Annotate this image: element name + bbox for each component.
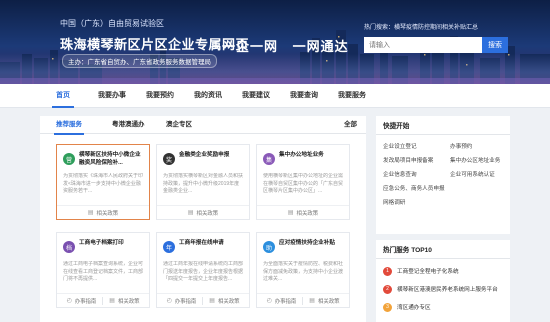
service-card[interactable]: 档 工商电子档案打印 通过工商电子档案查询系统，企业可在线查看工商登记档案文件，… <box>56 232 150 308</box>
service-badge-icon: 档 <box>63 241 75 253</box>
card-title: 横琴新区扶持中小微企业融资风险保险补... <box>79 152 141 166</box>
related-policy-link[interactable]: 相关政策 <box>118 297 140 305</box>
hot-services-panel: 热门服务 TOP10 1 工商登记全程电子化系统 2 横琴新区港澳居民养老系统网… <box>376 240 510 322</box>
nav-home[interactable]: 首页 <box>52 84 74 108</box>
service-badge-icon: 年 <box>163 241 175 253</box>
card-title: 金融类企业奖励申报 <box>179 152 230 158</box>
nav-my-news[interactable]: 我的资讯 <box>194 84 222 108</box>
card-description: 为贯彻落实横琴新区对金融人员和扶持政策，提升中小微升级2019年度金融类企业..… <box>163 173 243 194</box>
related-policy-link[interactable]: 相关政策 <box>218 297 240 305</box>
card-title: 工商年报在线申请 <box>179 240 224 246</box>
nav-handle-affairs[interactable]: 我要办事 <box>98 84 126 108</box>
quick-link[interactable]: 集中办公区地址业务 <box>450 156 500 164</box>
nav-query[interactable]: 我要查询 <box>290 84 318 108</box>
card-footer: ◴ 办事指南 ▤ 相关政策 <box>257 293 349 307</box>
card-description: 通过工商电子档案查询系统，企业可在线查看工商登记档案文件，工商部门将不再提供..… <box>63 261 143 282</box>
hot-search-link[interactable]: 热门搜索：横琴疫情防控期间相关补贴汇总 <box>364 22 478 31</box>
service-card[interactable]: 助 应对疫情扶持企业补贴 为全面落实关于疫情防控、税费和社保方面减免政策，为支持… <box>256 232 350 308</box>
related-policy-link[interactable]: 相关政策 <box>97 209 119 217</box>
hot-service-label: 工商登记全程电子化系统 <box>397 269 459 275</box>
card-description: 为贯彻落实《珠海市人民政府关于印发<珠海市进一步支持中小微企业融资服务若干... <box>63 173 143 194</box>
document-icon: ▤ <box>109 298 115 304</box>
slogan-part-1: 一企一网 <box>222 39 279 54</box>
nav-appointment[interactable]: 我要预约 <box>146 84 174 108</box>
quick-link[interactable]: 网格调研 <box>383 198 405 206</box>
tab-recommended[interactable]: 推荐服务 <box>54 116 84 135</box>
quick-link[interactable]: 企业设立登记 <box>383 142 417 150</box>
service-badge-icon: 集 <box>263 153 275 165</box>
guide-link[interactable]: 办事指南 <box>175 297 197 305</box>
service-badge-icon: 营 <box>63 153 75 165</box>
hot-service-item[interactable]: 3 湾区通办专区 <box>383 302 431 312</box>
guide-icon: ◴ <box>166 298 172 304</box>
guide-icon: ◴ <box>66 298 72 304</box>
guide-link[interactable]: 办事指南 <box>75 297 97 305</box>
document-icon: ▤ <box>287 210 294 216</box>
tab-all[interactable]: 全部 <box>344 116 357 134</box>
card-description: 通过工商年报在线申请系统向工商部门报送年度报告，企业年度报告根据「四提交一年提交… <box>163 261 243 282</box>
card-title: 工商电子档案打印 <box>79 240 124 246</box>
quick-link[interactable]: 应急公务、商务人员申报 <box>383 184 445 192</box>
rank-badge: 2 <box>383 284 392 294</box>
document-icon: ▤ <box>309 298 315 304</box>
banner-subtitle: 中国（广东）自由贸易试验区 <box>60 19 164 28</box>
nav-service[interactable]: 我要服务 <box>338 84 366 108</box>
quick-start-title: 快捷开始 <box>383 123 410 130</box>
service-card[interactable]: 年 工商年报在线申请 通过工商年报在线申请系统向工商部门报送年度报告，企业年度报… <box>156 232 250 308</box>
card-footer: ◴ 办事指南 ▤ 相关政策 <box>57 293 149 307</box>
slogan-part-2: 一网通达 <box>292 39 349 54</box>
rank-badge: 1 <box>383 266 392 276</box>
document-icon: ▤ <box>187 210 194 216</box>
card-title: 集中办公地址业务 <box>279 152 324 158</box>
quick-link[interactable]: 发改局项目申报备案 <box>383 156 433 164</box>
hot-service-item[interactable]: 2 横琴新区港澳居民养老系统网上服务平台 <box>383 284 498 294</box>
quick-start-panel: 快捷开始 企业设立登记 办事预约 发改局项目申报备案 集中办公区地址业务 企业信… <box>376 116 510 234</box>
rank-badge: 3 <box>383 302 392 312</box>
related-policy-link[interactable]: 相关政策 <box>197 209 219 217</box>
header-banner: 中国（广东）自由贸易试验区 珠海横琴新区片区企业专属网页 主办：广东省自贸办、广… <box>0 0 550 84</box>
tab-macau-enterprise[interactable]: 澳企专区 <box>166 116 192 134</box>
nav-suggestion[interactable]: 我要建议 <box>242 84 270 108</box>
card-footer: ▤ 相关政策 <box>57 205 149 219</box>
service-card[interactable]: 奖 金融类企业奖励申报 为贯彻落实横琴新区对金融人员和扶持政策，提升中小微升级2… <box>156 144 250 220</box>
card-title: 应对疫情扶持企业补贴 <box>279 240 335 246</box>
guide-icon: ◴ <box>266 298 272 304</box>
hot-service-label: 横琴新区港澳居民养老系统网上服务平台 <box>397 287 498 293</box>
main-nav: 首页 我要办事 我要预约 我的资讯 我要建议 我要查询 我要服务 <box>0 84 550 108</box>
banner-title: 珠海横琴新区片区企业专属网页 <box>60 37 250 52</box>
service-card[interactable]: 集 集中办公地址业务 使用横琴新区集中办公地址的企业需在横琴自贸区集中办公的「广… <box>256 144 350 220</box>
card-description: 使用横琴新区集中办公地址的企业需在横琴自贸区集中办公的「广东自贸区横琴片区集中办… <box>263 173 343 194</box>
hot-service-label: 湾区通办专区 <box>397 305 431 311</box>
card-footer: ▤ 相关政策 <box>157 205 249 219</box>
quick-link[interactable]: 办事预约 <box>450 142 472 150</box>
document-icon: ▤ <box>209 298 215 304</box>
service-tabs: 推荐服务 粤港澳通办 澳企专区 全部 <box>40 116 366 135</box>
banner-slogan: 一企一网 一网通达 <box>222 36 359 55</box>
hot-services-title: 热门服务 TOP10 <box>383 247 432 254</box>
guide-link[interactable]: 办事指南 <box>275 297 297 305</box>
service-badge-icon: 奖 <box>163 153 175 165</box>
service-card[interactable]: 营 横琴新区扶持中小微企业融资风险保险补... 为贯彻落实《珠海市人民政府关于印… <box>56 144 150 220</box>
document-icon: ▤ <box>87 210 94 216</box>
tab-gba-service[interactable]: 粤港澳通办 <box>112 116 145 134</box>
related-policy-link[interactable]: 相关政策 <box>297 209 319 217</box>
card-footer: ▤ 相关政策 <box>257 205 349 219</box>
service-badge-icon: 助 <box>263 241 275 253</box>
quick-link[interactable]: 企业信息查询 <box>383 170 417 178</box>
related-policy-link[interactable]: 相关政策 <box>318 297 340 305</box>
quick-link[interactable]: 企业可用系统认证 <box>450 170 495 178</box>
services-panel: 推荐服务 粤港澳通办 澳企专区 全部 营 横琴新区扶持中小微企业融资风险保险补.… <box>40 116 366 322</box>
card-footer: ◴ 办事指南 ▤ 相关政策 <box>157 293 249 307</box>
search-button[interactable]: 搜索 <box>482 37 508 53</box>
search-input[interactable] <box>364 37 482 53</box>
hot-service-item[interactable]: 1 工商登记全程电子化系统 <box>383 266 459 276</box>
card-description: 为全面落实关于疫情防控、税费和社保方面减免政策，为支持中小企业渡过难关... <box>263 261 343 282</box>
banner-organizer-tag: 主办：广东省自贸办、广东省政务服务数据管理局 <box>62 54 217 68</box>
